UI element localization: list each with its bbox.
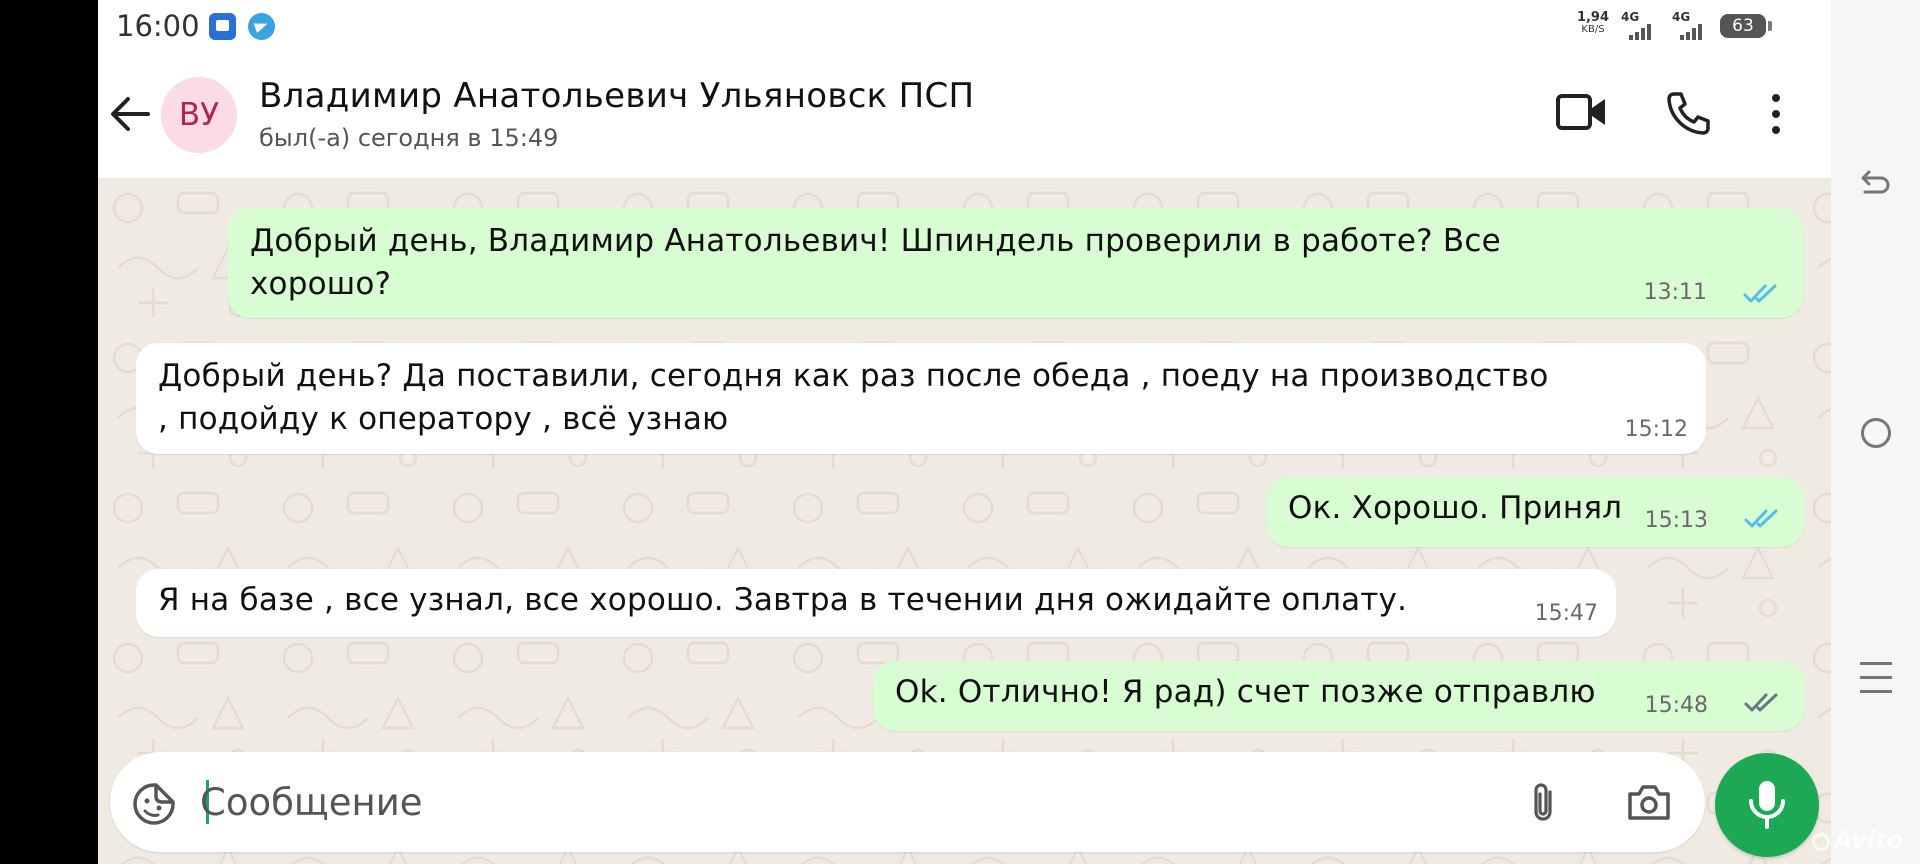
whatsapp-chat-screen: 16:00 1,94 KB/S 4G 4G 63 ВУ Владимир Ана… bbox=[98, 0, 1831, 864]
camera-button[interactable] bbox=[1626, 782, 1672, 822]
back-button[interactable] bbox=[108, 94, 152, 134]
back-arrow-icon bbox=[111, 97, 150, 131]
chat-header: ВУ Владимир Анатольевич Ульяновск ПСП бы… bbox=[98, 52, 1831, 178]
message-bubble-incoming[interactable]: Я на базе , все узнал, все хорошо. Завтр… bbox=[136, 569, 1616, 637]
message-bubble-outgoing[interactable]: Ок. Хорошо. Принял 15:13 bbox=[1266, 477, 1804, 547]
message-text: Добрый день, Владимир Анатольевич! Шпинд… bbox=[250, 223, 1501, 302]
signal-strength-icon: 4G bbox=[1621, 10, 1665, 42]
message-text: Добрый день? Да поставили, сегодня как р… bbox=[158, 358, 1549, 437]
mic-icon bbox=[1749, 781, 1785, 829]
more-vertical-icon bbox=[1772, 94, 1780, 134]
signal-2-label: 4G bbox=[1672, 10, 1691, 24]
app-notification-icon bbox=[209, 13, 236, 40]
signal-1-label: 4G bbox=[1621, 10, 1640, 24]
phone-icon bbox=[1667, 92, 1710, 135]
message-time: 15:47 bbox=[1534, 601, 1598, 626]
status-clock: 16:00 bbox=[116, 9, 200, 43]
more-options-button[interactable] bbox=[1766, 92, 1786, 136]
delivered-double-check-icon bbox=[1744, 693, 1778, 712]
last-seen-status: был(-а) сегодня в 15:49 bbox=[259, 124, 559, 152]
message-text: Ок. Хорошо. Принял bbox=[1288, 490, 1623, 526]
message-bubble-outgoing[interactable]: Добрый день, Владимир Анатольевич! Шпинд… bbox=[228, 208, 1803, 318]
read-double-check-icon bbox=[1743, 284, 1777, 303]
nav-home-icon[interactable] bbox=[1861, 418, 1891, 448]
network-speed-value: 1,94 bbox=[1576, 10, 1610, 25]
chat-area[interactable]: Добрый день, Владимир Анатольевич! Шпинд… bbox=[98, 178, 1831, 864]
avito-watermark-logo: Avito bbox=[1812, 826, 1920, 856]
signal-strength-icon: 4G bbox=[1672, 10, 1716, 42]
contact-name[interactable]: Владимир Анатольевич Ульяновск ПСП bbox=[259, 76, 974, 116]
message-input[interactable] bbox=[200, 772, 1500, 832]
read-double-check-icon bbox=[1744, 509, 1778, 528]
video-call-button[interactable] bbox=[1555, 92, 1609, 132]
status-bar: 16:00 1,94 KB/S 4G 4G 63 bbox=[98, 0, 1831, 52]
voice-message-button[interactable] bbox=[1715, 753, 1819, 857]
avatar[interactable]: ВУ bbox=[161, 77, 237, 153]
nav-back-button[interactable] bbox=[1857, 164, 1893, 200]
attach-icon bbox=[1534, 783, 1552, 821]
sticker-button[interactable] bbox=[132, 782, 176, 826]
android-navigation-bar bbox=[1831, 0, 1920, 864]
message-time: 15:12 bbox=[1624, 417, 1688, 442]
message-time: 15:48 bbox=[1644, 693, 1708, 718]
video-call-icon bbox=[1556, 94, 1605, 130]
message-composer bbox=[110, 752, 1705, 852]
attach-button[interactable] bbox=[1528, 780, 1558, 826]
voice-call-button[interactable] bbox=[1664, 90, 1712, 138]
network-speed-unit: KB/S bbox=[1581, 24, 1605, 35]
sticker-icon bbox=[133, 783, 175, 825]
message-text: Я на базе , все узнал, все хорошо. Завтр… bbox=[158, 582, 1408, 618]
watermark-text: Avito bbox=[1834, 826, 1904, 854]
battery-icon: 63 bbox=[1720, 14, 1772, 38]
message-time: 13:11 bbox=[1643, 280, 1707, 305]
camera-icon bbox=[1628, 785, 1670, 820]
message-bubble-incoming[interactable]: Добрый день? Да поставили, сегодня как р… bbox=[136, 343, 1706, 454]
telegram-notification-icon bbox=[248, 13, 275, 40]
nav-back-icon bbox=[1861, 170, 1890, 194]
message-bubble-outgoing[interactable]: Ok. Отлично! Я рад) счет позже отправлю … bbox=[873, 661, 1804, 731]
nav-recent-icon[interactable] bbox=[1860, 662, 1892, 696]
message-text: Ok. Отлично! Я рад) счет позже отправлю bbox=[895, 674, 1596, 710]
network-speed: 1,94 KB/S bbox=[1573, 10, 1613, 36]
message-time: 15:13 bbox=[1644, 508, 1708, 533]
